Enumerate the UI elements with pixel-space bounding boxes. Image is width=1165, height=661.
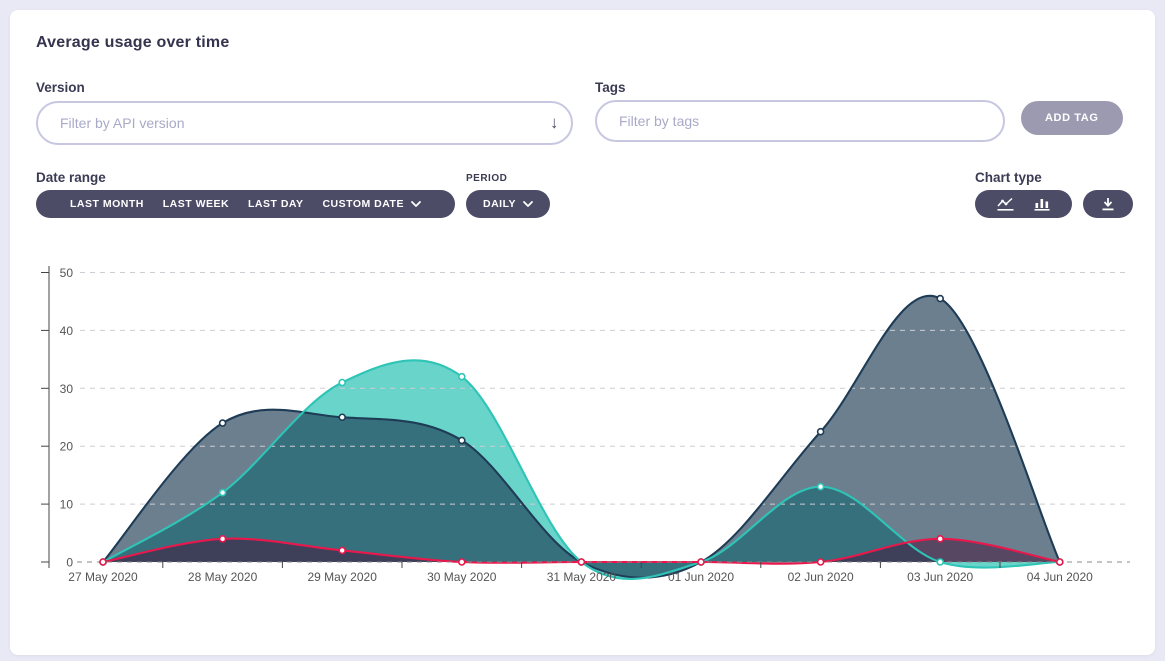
svg-text:10: 10 (60, 498, 74, 512)
version-label: Version (36, 80, 85, 95)
date-range-option-label: CUSTOM DATE (322, 198, 404, 210)
svg-text:04 Jun 2020: 04 Jun 2020 (1027, 570, 1093, 584)
chevron-down-icon (523, 201, 533, 207)
svg-text:28 May 2020: 28 May 2020 (188, 570, 258, 584)
date-range-group: LAST MONTH LAST WEEK LAST DAY CUSTOM DATE (36, 190, 455, 218)
period-dropdown[interactable]: DAILY (466, 190, 550, 218)
chevron-down-icon (411, 201, 421, 207)
page-title: Average usage over time (36, 34, 229, 52)
svg-text:02 Jun 2020: 02 Jun 2020 (788, 570, 854, 584)
usage-chart: 0 10 20 30 40 50 27 May 2020 28 May 2020 29 May … (10, 250, 1155, 600)
chart-type-label: Chart type (975, 170, 1042, 185)
date-range-option-label: LAST DAY (248, 198, 304, 210)
svg-text:40: 40 (60, 324, 74, 338)
add-tag-button[interactable]: ADD TAG (1021, 101, 1123, 135)
date-range-last-month[interactable]: LAST MONTH (70, 198, 144, 210)
period-value: DAILY (483, 198, 516, 210)
tags-filter-input[interactable] (595, 100, 1005, 142)
tags-label: Tags (595, 80, 626, 95)
svg-text:50: 50 (60, 266, 74, 280)
download-button[interactable] (1101, 190, 1115, 218)
svg-text:01 Jun 2020: 01 Jun 2020 (668, 570, 734, 584)
svg-text:29 May 2020: 29 May 2020 (308, 570, 378, 584)
bar-chart-type-button[interactable] (1034, 190, 1050, 218)
date-range-label: Date range (36, 170, 106, 185)
version-filter-input[interactable] (36, 101, 573, 145)
line-chart-type-button[interactable] (997, 190, 1014, 218)
svg-text:20: 20 (60, 440, 74, 454)
svg-text:31 May 2020: 31 May 2020 (547, 570, 617, 584)
svg-text:30: 30 (60, 382, 74, 396)
period-label: PERIOD (466, 173, 507, 184)
date-range-last-day[interactable]: LAST DAY (248, 198, 304, 210)
svg-text:0: 0 (66, 556, 73, 570)
chart-type-group (975, 190, 1072, 218)
bar-chart-icon (1034, 197, 1050, 211)
date-range-option-label: LAST WEEK (163, 198, 229, 210)
date-range-option-label: LAST MONTH (70, 198, 144, 210)
date-range-custom-date[interactable]: CUSTOM DATE (322, 198, 421, 210)
svg-text:30 May 2020: 30 May 2020 (427, 570, 497, 584)
svg-text:27 May 2020: 27 May 2020 (68, 570, 138, 584)
date-range-last-week[interactable]: LAST WEEK (163, 198, 229, 210)
download-button-pill (1083, 190, 1133, 218)
period-dropdown-button[interactable]: DAILY (483, 198, 533, 210)
download-icon (1101, 197, 1115, 211)
usage-card: Average usage over time Version ↓ Tags A… (10, 10, 1155, 655)
line-chart-icon (997, 197, 1014, 211)
usage-chart-svg: 0 10 20 30 40 50 27 May 2020 28 May 2020 29 May … (10, 250, 1155, 600)
svg-text:03 Jun 2020: 03 Jun 2020 (907, 570, 973, 584)
